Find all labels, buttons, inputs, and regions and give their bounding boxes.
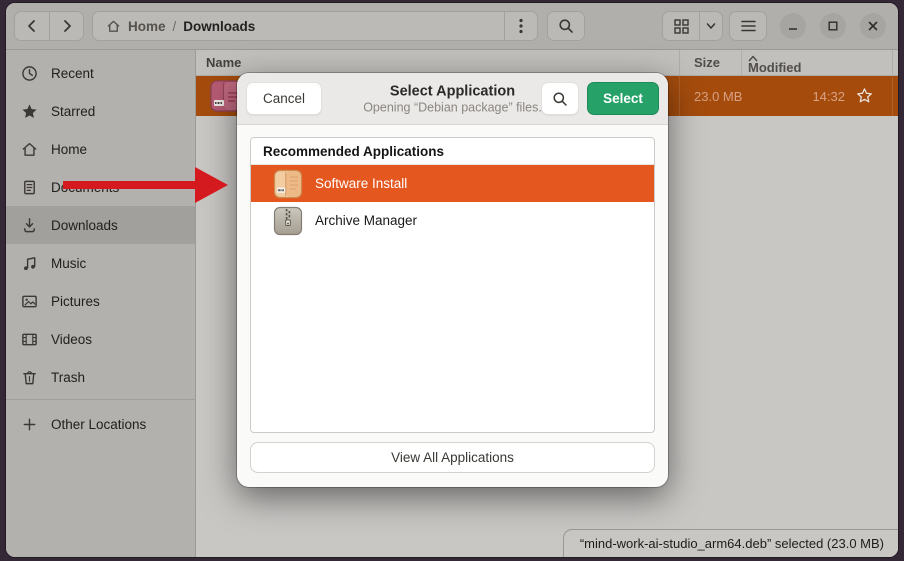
dialog-title: Select Application: [363, 83, 542, 99]
column-divider: [892, 50, 893, 75]
sidebar-item-music[interactable]: Music: [6, 244, 195, 282]
hamburger-icon: [741, 20, 756, 32]
app-name: Archive Manager: [315, 213, 417, 228]
back-button[interactable]: [14, 11, 49, 41]
trash-icon: [21, 369, 38, 386]
grid-view-button[interactable]: [662, 11, 699, 41]
dialog-body: Recommended Applications Software Instal…: [237, 125, 668, 487]
sidebar-item-starred[interactable]: Starred: [6, 92, 195, 130]
minimize-button[interactable]: [780, 13, 806, 39]
clock-icon: [21, 65, 38, 82]
column-header-name[interactable]: Name: [206, 55, 241, 70]
sidebar-item-recent[interactable]: Recent: [6, 54, 195, 92]
dialog-search-button[interactable]: [541, 82, 579, 115]
sidebar-item-label: Recent: [51, 66, 94, 81]
maximize-icon: [828, 21, 838, 31]
file-size: 23.0 MB: [694, 89, 742, 104]
breadcrumb: Home / Downloads: [92, 11, 538, 41]
sidebar-separator: [6, 399, 195, 400]
dialog-headerbar: Cancel Select Application Opening “Debia…: [237, 73, 668, 125]
video-icon: [21, 331, 38, 348]
minimize-icon: [788, 21, 798, 31]
column-divider: [679, 50, 680, 75]
select-application-dialog: Cancel Select Application Opening “Debia…: [237, 73, 668, 487]
headerbar: Home / Downloads: [6, 3, 898, 50]
grid-view-icon: [674, 19, 689, 34]
nav-button-group: [14, 11, 84, 41]
sidebar-item-label: Trash: [51, 370, 85, 385]
view-toggle-group: [662, 11, 723, 41]
column-header-size[interactable]: Size: [694, 55, 720, 70]
zip-archive-icon: [273, 206, 303, 236]
column-header-modified[interactable]: Modified: [748, 55, 758, 62]
sidebar: Recent Starred Home Documents Downloads …: [6, 50, 196, 557]
app-name: Software Install: [315, 176, 407, 191]
sidebar-item-trash[interactable]: Trash: [6, 358, 195, 396]
sidebar-item-other-locations[interactable]: Other Locations: [6, 405, 195, 443]
deb-package-icon: [273, 169, 303, 199]
application-list: Recommended Applications Software Instal…: [250, 137, 655, 433]
view-options-button[interactable]: [699, 11, 723, 41]
sidebar-item-downloads[interactable]: Downloads: [6, 206, 195, 244]
favorite-star-icon[interactable]: [856, 87, 873, 104]
download-icon: [21, 217, 38, 234]
sidebar-item-label: Home: [51, 142, 87, 157]
search-button[interactable]: [547, 11, 585, 41]
row-divider: [679, 76, 680, 116]
status-bar: “mind-work-ai-studio_arm64.deb” selected…: [563, 529, 898, 557]
app-row-archive-manager[interactable]: Archive Manager: [251, 202, 654, 239]
hamburger-menu-button[interactable]: [729, 11, 767, 41]
breadcrumb-current[interactable]: Downloads: [183, 19, 255, 34]
red-annotation-arrow: [63, 167, 229, 203]
sidebar-item-label: Videos: [51, 332, 92, 347]
maximize-button[interactable]: [820, 13, 846, 39]
search-icon: [552, 91, 568, 107]
search-icon: [558, 18, 574, 34]
sidebar-item-label: Other Locations: [51, 417, 146, 432]
sidebar-item-label: Starred: [51, 104, 95, 119]
vertical-dots-icon: [519, 18, 523, 34]
document-icon: [21, 179, 38, 196]
column-divider: [741, 50, 742, 75]
chevron-right-icon: [60, 19, 74, 33]
cancel-button[interactable]: Cancel: [246, 82, 322, 115]
sidebar-item-label: Pictures: [51, 294, 100, 309]
chevron-left-icon: [25, 19, 39, 33]
status-text: “mind-work-ai-studio_arm64.deb” selected…: [580, 536, 884, 551]
recommended-applications-header: Recommended Applications: [251, 138, 654, 165]
file-modified-time: 14:32: [748, 89, 845, 104]
select-button[interactable]: Select: [587, 82, 659, 115]
sidebar-item-home[interactable]: Home: [6, 130, 195, 168]
breadcrumb-path[interactable]: Home / Downloads: [93, 19, 504, 34]
chevron-down-icon: [705, 20, 717, 32]
star-icon: [21, 103, 38, 120]
picture-icon: [21, 293, 38, 310]
dialog-subtitle: Opening “Debian package” files.: [363, 100, 542, 114]
dialog-title-block: Select Application Opening “Debian packa…: [363, 83, 542, 114]
home-icon: [21, 141, 38, 158]
path-menu-button[interactable]: [504, 12, 537, 40]
sidebar-item-label: Music: [51, 256, 86, 271]
window-controls: [780, 13, 886, 39]
breadcrumb-home[interactable]: Home: [128, 19, 166, 34]
close-button[interactable]: [860, 13, 886, 39]
row-divider: [892, 76, 893, 116]
app-row-software-install[interactable]: Software Install: [251, 165, 654, 202]
forward-button[interactable]: [49, 11, 84, 41]
plus-icon: [21, 416, 38, 433]
view-all-applications-button[interactable]: View All Applications: [250, 442, 655, 473]
sidebar-item-label: Downloads: [51, 218, 118, 233]
close-icon: [868, 21, 878, 31]
breadcrumb-separator: /: [173, 19, 177, 34]
music-note-icon: [21, 255, 38, 272]
home-icon: [106, 19, 121, 34]
sidebar-item-videos[interactable]: Videos: [6, 320, 195, 358]
sidebar-item-pictures[interactable]: Pictures: [6, 282, 195, 320]
